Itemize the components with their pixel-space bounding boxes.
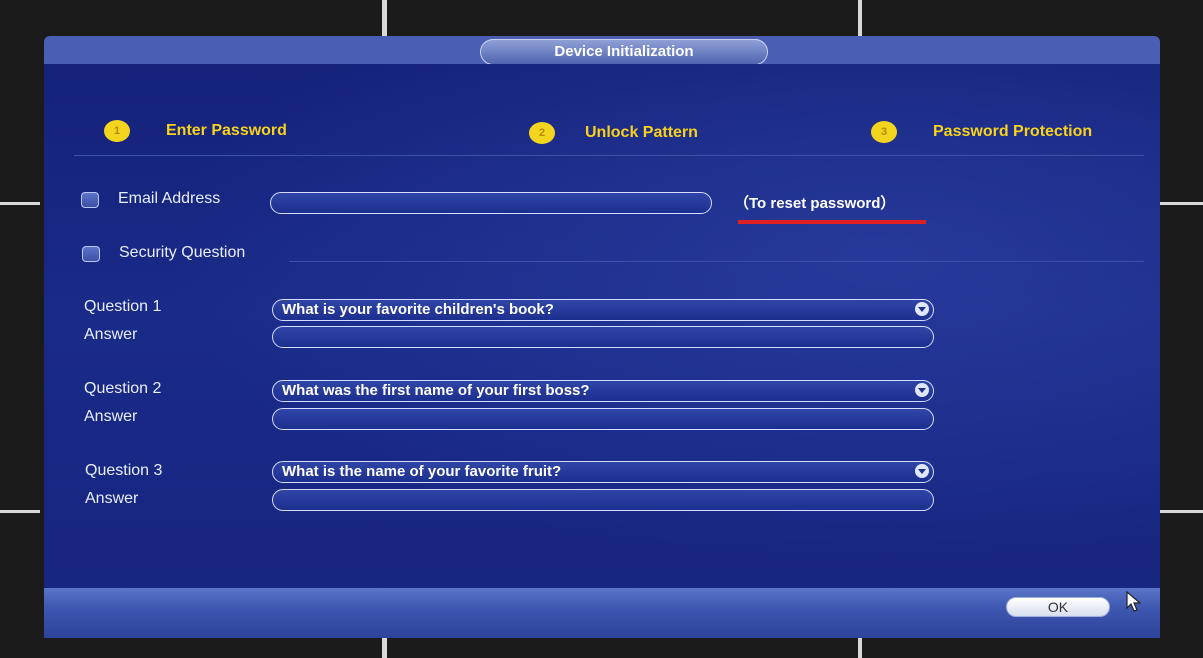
wall-tile-line xyxy=(1160,202,1203,205)
divider xyxy=(74,155,1144,156)
question-1-selected: What is your favorite children's book? xyxy=(282,301,554,318)
step-password-protection: 3 Password Protection xyxy=(871,121,1092,143)
answer-3-label: Answer xyxy=(85,490,139,507)
answer-3-field[interactable] xyxy=(272,489,934,511)
step-label: Password Protection xyxy=(933,123,1093,140)
chevron-down-icon[interactable] xyxy=(915,383,929,397)
question-3-select[interactable]: What is the name of your favorite fruit? xyxy=(272,461,934,483)
step-number-badge: 1 xyxy=(104,120,130,142)
wall-tile-line xyxy=(1160,510,1203,513)
hint-red-underline xyxy=(738,220,926,224)
wall-tile-line xyxy=(858,0,862,40)
question-3-selected: What is the name of your favorite fruit? xyxy=(282,463,562,480)
device-initialization-dialog: Device Initialization 1 Enter Password 2… xyxy=(44,36,1160,638)
step-number-badge: 3 xyxy=(871,121,897,143)
question-1-select[interactable]: What is your favorite children's book? xyxy=(272,299,934,321)
dialog-body: 1 Enter Password 2 Unlock Pattern 3 Pass… xyxy=(44,64,1160,616)
security-question-label: Security Question xyxy=(119,244,246,261)
answer-1-label: Answer xyxy=(84,326,138,343)
question-1-label: Question 1 xyxy=(84,298,162,315)
wall-tile-line xyxy=(0,202,40,205)
security-question-checkbox[interactable] xyxy=(82,246,100,262)
ok-button[interactable]: OK xyxy=(1006,597,1110,617)
chevron-down-icon[interactable] xyxy=(915,302,929,316)
mouse-pointer-icon xyxy=(1126,590,1144,618)
step-number-badge: 2 xyxy=(529,122,555,144)
email-address-checkbox[interactable] xyxy=(81,192,99,208)
answer-1-field[interactable] xyxy=(272,326,934,348)
question-2-selected: What was the first name of your first bo… xyxy=(282,382,590,399)
step-label: Unlock Pattern xyxy=(585,124,698,141)
email-address-field[interactable] xyxy=(270,192,712,214)
reset-password-hint: （To reset password） xyxy=(734,195,896,212)
step-enter-password: 1 Enter Password xyxy=(104,120,287,142)
wall-tile-line xyxy=(382,0,387,40)
wall-tile-line xyxy=(858,636,862,658)
question-2-select[interactable]: What was the first name of your first bo… xyxy=(272,380,934,402)
step-unlock-pattern: 2 Unlock Pattern xyxy=(529,122,698,144)
wall-tile-line xyxy=(0,510,40,513)
dialog-title: Device Initialization xyxy=(480,39,768,65)
dialog-footer xyxy=(44,588,1160,638)
answer-2-field[interactable] xyxy=(272,408,934,430)
question-2-label: Question 2 xyxy=(84,380,162,397)
chevron-down-icon[interactable] xyxy=(915,464,929,478)
question-3-label: Question 3 xyxy=(85,462,163,479)
divider xyxy=(289,261,1144,262)
email-address-label: Email Address xyxy=(118,190,221,207)
step-label: Enter Password xyxy=(166,122,287,139)
wall-tile-line xyxy=(382,636,387,658)
answer-2-label: Answer xyxy=(84,408,138,425)
